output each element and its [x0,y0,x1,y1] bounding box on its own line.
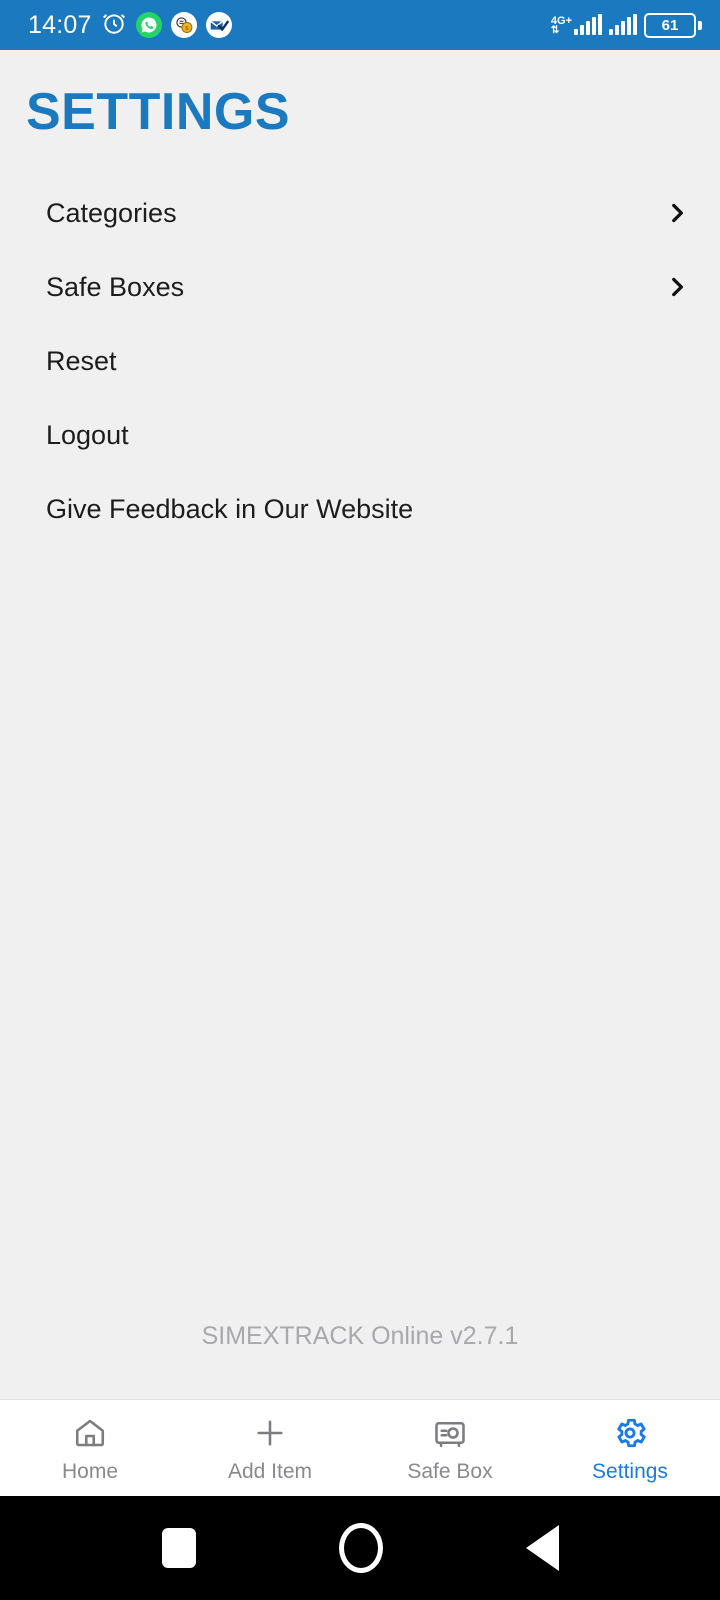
tab-label: Settings [592,1460,668,1483]
settings-item-logout[interactable]: Logout [0,398,720,472]
settings-item-safe-boxes[interactable]: Safe Boxes [0,250,720,324]
signal-bars-secondary-icon [609,14,637,35]
settings-list: Categories Safe Boxes Reset Logout Give … [0,176,720,546]
tab-label: Safe Box [407,1460,493,1483]
settings-item-label: Safe Boxes [46,271,185,302]
settings-item-label: Give Feedback in Our Website [46,493,414,524]
battery-tip-icon [698,20,702,30]
page-title: SETTINGS [26,83,291,141]
app-version-text: SIMEXTRACK Online v2.7.1 [201,1322,519,1350]
status-bar-right: 4G+ ⇅ 61 [550,12,702,38]
square-icon[interactable] [161,1528,196,1568]
settings-item-give-feedback[interactable]: Give Feedback in Our Website [0,472,720,546]
settings-item-categories[interactable]: Categories [0,176,720,250]
battery-indicator: 61 [644,12,702,38]
plus-icon [252,1414,288,1452]
circle-icon[interactable] [338,1523,383,1573]
content-area: SETTINGS Categories Safe Boxes Reset Log… [0,50,720,1399]
bottom-tab-bar: Home Add Item Safe Box Settings [0,1399,720,1496]
tab-add-item[interactable]: Add Item [180,1400,360,1496]
status-bar-left: 14:07 $ [28,10,232,41]
tab-label: Home [61,1460,119,1483]
check-mail-icon [205,12,232,38]
home-icon [72,1414,108,1452]
triangle-icon[interactable] [525,1525,559,1571]
signal-bars-icon [574,14,602,35]
android-navigation-bar [0,1496,720,1600]
mobile-signal-primary: 4G+ ⇅ [550,14,602,36]
settings-item-reset[interactable]: Reset [0,324,720,398]
status-bar-clock: 14:07 [28,10,92,39]
chevron-right-icon [664,200,690,226]
settings-item-label: Logout [46,419,129,450]
chevron-right-icon [664,274,690,300]
phone-screen: 14:07 $ 4G+ ⇅ 61 SETTINGS Categories Saf… [0,0,720,1600]
money-app-icon: $ [170,12,197,38]
alarm-clock-icon [101,10,127,41]
status-bar: 14:07 $ 4G+ ⇅ 61 [0,0,720,50]
settings-item-label: Reset [46,345,117,376]
tab-safe-box[interactable]: Safe Box [360,1400,540,1496]
tab-label: Add Item [227,1460,313,1483]
safe-box-icon [432,1414,468,1452]
whatsapp-icon [135,12,162,38]
network-type-label: 4G+ ⇅ [550,15,572,36]
battery-level-text: 61 [644,12,696,38]
tab-home[interactable]: Home [0,1400,180,1496]
settings-item-label: Categories [46,197,177,228]
tab-settings[interactable]: Settings [540,1400,720,1496]
gear-icon [612,1414,648,1452]
